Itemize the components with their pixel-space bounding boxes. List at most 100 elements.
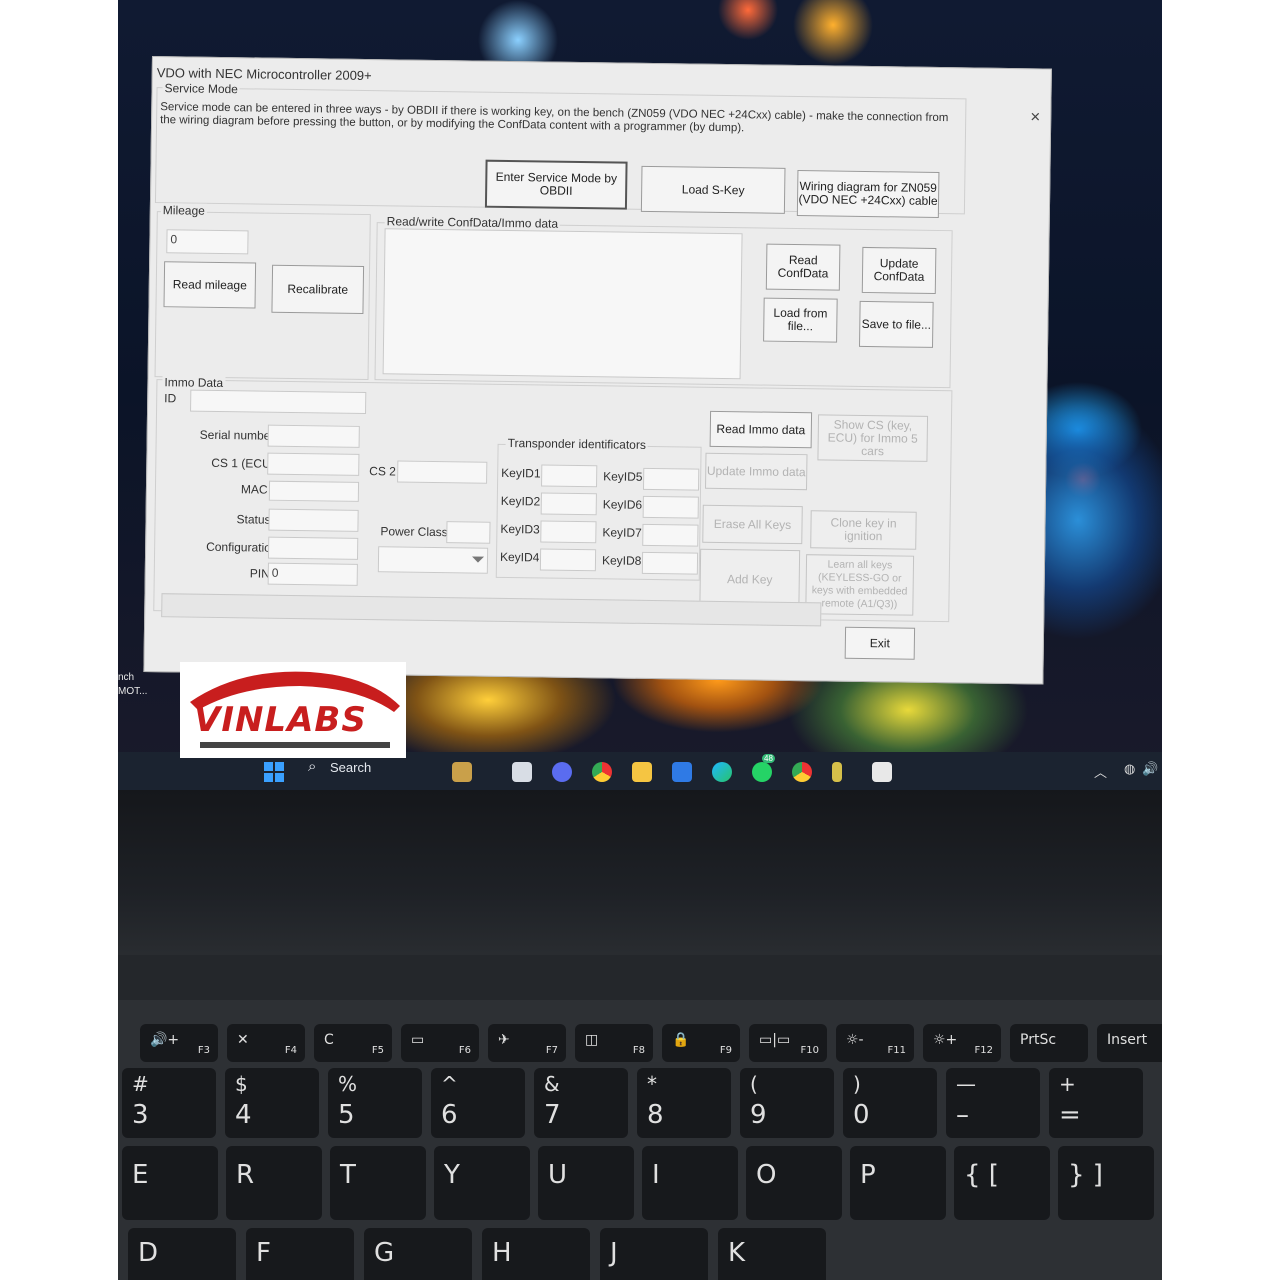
network-icon[interactable]: ◍	[1124, 761, 1135, 777]
function-key[interactable]: ✈ F7	[488, 1024, 566, 1062]
load-from-file-button[interactable]: Load from file...	[763, 297, 838, 343]
function-key[interactable]: ▭ F6	[401, 1024, 479, 1062]
letter-key[interactable]: O	[746, 1146, 842, 1220]
clone-key-button[interactable]: Clone key in ignition	[810, 510, 917, 550]
letter-key[interactable]: E	[122, 1146, 218, 1220]
close-icon[interactable]: ×	[1030, 107, 1040, 127]
cs2-field[interactable]	[397, 460, 488, 484]
letter-key[interactable]: R	[226, 1146, 322, 1220]
power-class-field[interactable]	[446, 521, 491, 544]
key-id-field[interactable]	[540, 520, 597, 544]
number-key[interactable]: #3	[122, 1068, 216, 1138]
key-id-field[interactable]	[641, 551, 699, 575]
volume-icon[interactable]: 🔊	[1142, 761, 1158, 777]
update-confdata-button[interactable]: Update ConfData	[861, 246, 937, 294]
number-key[interactable]: % 5	[328, 1068, 422, 1138]
function-key[interactable]: ☼+ F12	[923, 1024, 1001, 1062]
letter-key[interactable]: F	[246, 1228, 354, 1280]
desktop-icon-label[interactable]: nch	[118, 672, 134, 683]
key-glyph: ☼+	[933, 1032, 958, 1048]
serial-number-field[interactable]	[267, 424, 360, 448]
update-immo-button[interactable]: Update Immo data	[705, 452, 808, 491]
chevron-up-icon[interactable]: ︿	[1094, 762, 1107, 781]
key-id-label: KeyID5	[603, 469, 643, 484]
number-key[interactable]: ^ 6	[431, 1068, 525, 1138]
function-key[interactable]: Insert	[1097, 1024, 1162, 1062]
power-class-dropdown[interactable]	[377, 546, 489, 574]
whatsapp-icon[interactable]: 48	[752, 754, 775, 782]
read-immo-button[interactable]: Read Immo data	[709, 410, 813, 449]
store-icon[interactable]	[672, 762, 692, 782]
number-key[interactable]: ) 0	[843, 1068, 937, 1138]
function-key[interactable]: ◫ F8	[575, 1024, 653, 1062]
function-key[interactable]: ▭|▭ F10	[749, 1024, 827, 1062]
number-key[interactable]: — –	[946, 1068, 1040, 1138]
letter-key[interactable]: P	[850, 1146, 946, 1220]
learn-all-keys-button[interactable]: Learn all keys (KEYLESS-GO or keys with …	[805, 554, 915, 616]
id-field[interactable]	[190, 389, 367, 415]
number-key[interactable]: * 8	[637, 1068, 731, 1138]
function-key[interactable]: 🔒 F9	[662, 1024, 740, 1062]
key-glyph: ☼-	[846, 1032, 864, 1048]
erase-all-keys-button[interactable]: Erase All Keys	[702, 504, 803, 545]
enter-service-mode-button[interactable]: Enter Service Mode by OBDII	[484, 159, 628, 210]
status-field[interactable]	[268, 508, 359, 532]
letter-key[interactable]: D	[128, 1228, 236, 1280]
number-key[interactable]: $4	[225, 1068, 319, 1138]
task-view-icon[interactable]	[512, 762, 532, 782]
exit-button[interactable]: Exit	[844, 626, 916, 660]
read-mileage-button[interactable]: Read mileage	[163, 261, 257, 309]
read-confdata-button[interactable]: Read ConfData	[765, 243, 841, 291]
save-to-file-button[interactable]: Save to file...	[859, 300, 934, 348]
letter-key[interactable]: T	[330, 1146, 426, 1220]
show-cs-button[interactable]: Show CS (key, ECU) for Immo 5 cars	[817, 414, 929, 462]
recalibrate-button[interactable]: Recalibrate	[271, 264, 365, 314]
pin-field[interactable]: 0	[267, 562, 358, 586]
edge-icon[interactable]	[712, 762, 732, 782]
taskbar-search[interactable]: Search	[330, 760, 371, 775]
letter-key[interactable]: Y	[434, 1146, 530, 1220]
letter-key[interactable]: G	[364, 1228, 472, 1280]
desktop-icon-label[interactable]: MOT...	[118, 686, 147, 697]
number-key[interactable]: (9	[740, 1068, 834, 1138]
letter-key[interactable]: J	[600, 1228, 708, 1280]
letter-key[interactable]: { [	[954, 1146, 1050, 1220]
wiring-diagram-button[interactable]: Wiring diagram for ZN059 (VDO NEC +24Cxx…	[796, 170, 940, 219]
file-explorer-icon[interactable]	[632, 762, 652, 782]
letter-key[interactable]: } ]	[1058, 1146, 1154, 1220]
key-id-field[interactable]	[541, 464, 598, 488]
letter-key[interactable]: U	[538, 1146, 634, 1220]
load-skey-button[interactable]: Load S-Key	[640, 165, 786, 214]
letter-key[interactable]: I	[642, 1146, 738, 1220]
app-icon[interactable]	[832, 762, 842, 782]
widgets-icon[interactable]	[452, 762, 472, 782]
number-key[interactable]: + =	[1049, 1068, 1143, 1138]
key-id-field[interactable]	[642, 467, 700, 491]
function-key[interactable]: ✕ F4	[227, 1024, 305, 1062]
function-key[interactable]: ☼- F11	[836, 1024, 914, 1062]
letter-key[interactable]: H	[482, 1228, 590, 1280]
function-key[interactable]: 🔊+ F3	[140, 1024, 218, 1062]
function-key[interactable]: PrtSc	[1010, 1024, 1088, 1062]
number-key[interactable]: & 7	[534, 1068, 628, 1138]
confdata-textarea[interactable]	[382, 228, 743, 380]
letter-key[interactable]: K	[718, 1228, 826, 1280]
chrome-icon[interactable]	[592, 762, 612, 782]
windows-start-icon[interactable]	[264, 762, 284, 782]
key-id-label: KeyID8	[601, 553, 642, 568]
configuration-field[interactable]	[267, 536, 359, 560]
teams-icon[interactable]	[552, 762, 572, 782]
key-glyph: O	[756, 1160, 777, 1190]
mileage-field[interactable]: 0	[166, 229, 249, 255]
key-id-field[interactable]	[642, 495, 699, 519]
search-icon[interactable]: ⌕	[308, 758, 316, 775]
function-key[interactable]: C F5	[314, 1024, 392, 1062]
chrome-profile-icon[interactable]	[792, 762, 812, 782]
key-id-field[interactable]	[540, 492, 597, 516]
key-id-field[interactable]	[539, 548, 597, 572]
key-glyph: G	[374, 1238, 395, 1268]
cs1-field[interactable]	[267, 452, 360, 476]
mac-field[interactable]	[268, 480, 360, 502]
vdo-app-icon[interactable]	[872, 762, 892, 782]
key-id-field[interactable]	[642, 523, 699, 547]
